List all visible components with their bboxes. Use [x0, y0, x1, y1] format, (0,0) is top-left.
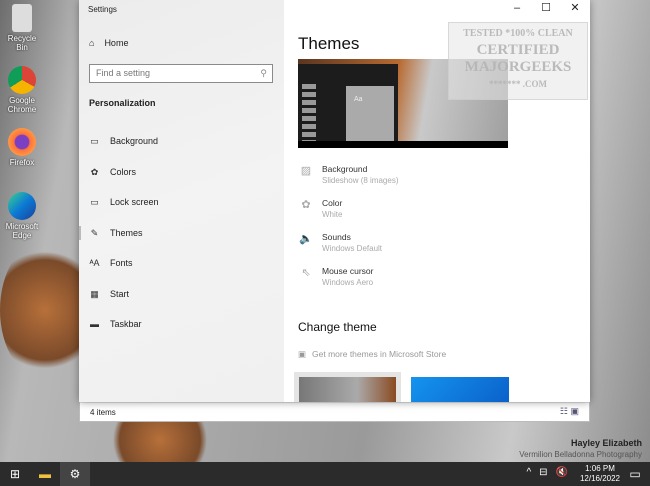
maximize-button[interactable]: ☐	[531, 0, 561, 16]
nav-start[interactable]: ▦ Start	[79, 282, 284, 306]
status-bar-item-count: 4 items	[80, 402, 589, 421]
start-button[interactable]: ⊞	[0, 462, 30, 486]
volume-muted-icon[interactable]: 🔇	[556, 467, 568, 478]
theme-mouse-cursor-setting[interactable]: ⇖ Mouse cursor Windows Aero	[298, 266, 373, 287]
view-toggle-icons[interactable]: ☷ ▣	[560, 406, 579, 417]
nav-background[interactable]: ▭ Background	[79, 129, 284, 153]
folder-icon: ▬	[39, 467, 51, 481]
nav-taskbar[interactable]: ▬ Taskbar	[79, 312, 284, 336]
theme-sounds-setting[interactable]: 🔈 Sounds Windows Default	[298, 232, 382, 253]
themes-pane: – ☐ ✕ Themes Aa ▨ Background Slideshow (8 …	[284, 0, 590, 402]
start-icon: ▦	[90, 288, 99, 299]
speaker-icon: 🔈	[299, 233, 313, 245]
section-heading: Personalization	[89, 98, 156, 108]
taskbar: ⊞ ▬ ⚙ ^ ⊟ 🔇 1:06 PM 12/16/2022 ▭	[0, 462, 650, 486]
close-button[interactable]: ✕	[560, 0, 590, 16]
settings-window: Settings ⌂ Home Find a setting ⚲ Personali…	[79, 0, 590, 402]
clock[interactable]: 1:06 PM 12/16/2022	[580, 464, 620, 484]
recycle-bin-icon	[12, 4, 32, 32]
palette-icon: ✿	[301, 199, 311, 211]
cursor-icon: ⇖	[301, 267, 311, 279]
lock-screen-icon: ▭	[90, 196, 99, 207]
palette-icon: ✿	[90, 166, 99, 177]
theme-color-setting[interactable]: ✿ Color White	[298, 198, 342, 219]
fonts-icon: ᴬA	[89, 258, 100, 268]
picture-icon: ▨	[300, 165, 312, 177]
settings-sidebar: Settings ⌂ Home Find a setting ⚲ Personali…	[79, 0, 284, 402]
system-tray: ^ ⊟ 🔇	[526, 467, 568, 478]
store-icon: ▣	[298, 349, 307, 359]
notification-icon: ▭	[629, 467, 641, 481]
page-title: Themes	[298, 34, 360, 53]
search-icon: ⚲	[260, 68, 267, 78]
gear-icon: ⚙	[69, 467, 81, 481]
taskbar-icon: ▬	[90, 319, 99, 329]
chevron-up-icon[interactable]: ^	[526, 467, 531, 478]
nav-lock-screen[interactable]: ▭ Lock screen	[79, 190, 284, 214]
theme-background-setting[interactable]: ▨ Background Slideshow (8 images)	[298, 164, 399, 185]
brush-icon: ✎	[90, 227, 99, 238]
desktop-icon-recycle-bin[interactable]: Recycle Bin	[2, 4, 42, 52]
nav-themes[interactable]: ✎ Themes	[79, 221, 284, 245]
change-theme-heading: Change theme	[298, 320, 377, 334]
window-title: Settings	[88, 5, 117, 14]
desktop-icon-firefox[interactable]: Firefox	[2, 128, 42, 167]
network-icon[interactable]: ⊟	[539, 467, 547, 478]
majorgeeks-watermark: TESTED *100% CLEAN CERTIFIED MAJORGEEKS …	[448, 22, 588, 100]
nav-colors[interactable]: ✿ Colors	[79, 160, 284, 184]
picture-icon: ▭	[90, 135, 99, 146]
firefox-icon	[8, 128, 36, 156]
store-link[interactable]: ▣ Get more themes in Microsoft Store	[298, 349, 446, 360]
minimize-button[interactable]: –	[502, 0, 532, 16]
chrome-icon	[8, 66, 36, 94]
file-explorer-button[interactable]: ▬	[30, 462, 60, 486]
theme-thumbnail-windows[interactable]	[411, 377, 509, 402]
settings-button[interactable]: ⚙	[60, 462, 90, 486]
theme-thumbnail-selected[interactable]	[294, 372, 401, 402]
edge-icon	[8, 192, 36, 220]
action-center-button[interactable]: ▭	[620, 462, 650, 486]
wallpaper-credit: Hayley Elizabeth Vermilion Belladonna Ph…	[519, 438, 642, 459]
nav-fonts[interactable]: ᴬA Fonts	[79, 251, 284, 275]
windows-logo-icon: ⊞	[9, 467, 21, 481]
home-icon: ⌂	[89, 38, 95, 48]
desktop-icon-edge[interactable]: Microsoft Edge	[2, 192, 42, 240]
search-input[interactable]: Find a setting ⚲	[89, 64, 273, 83]
desktop-icon-chrome[interactable]: Google Chrome	[2, 66, 42, 114]
home-link[interactable]: ⌂ Home	[89, 38, 128, 48]
wallpaper-leaf	[0, 240, 90, 380]
